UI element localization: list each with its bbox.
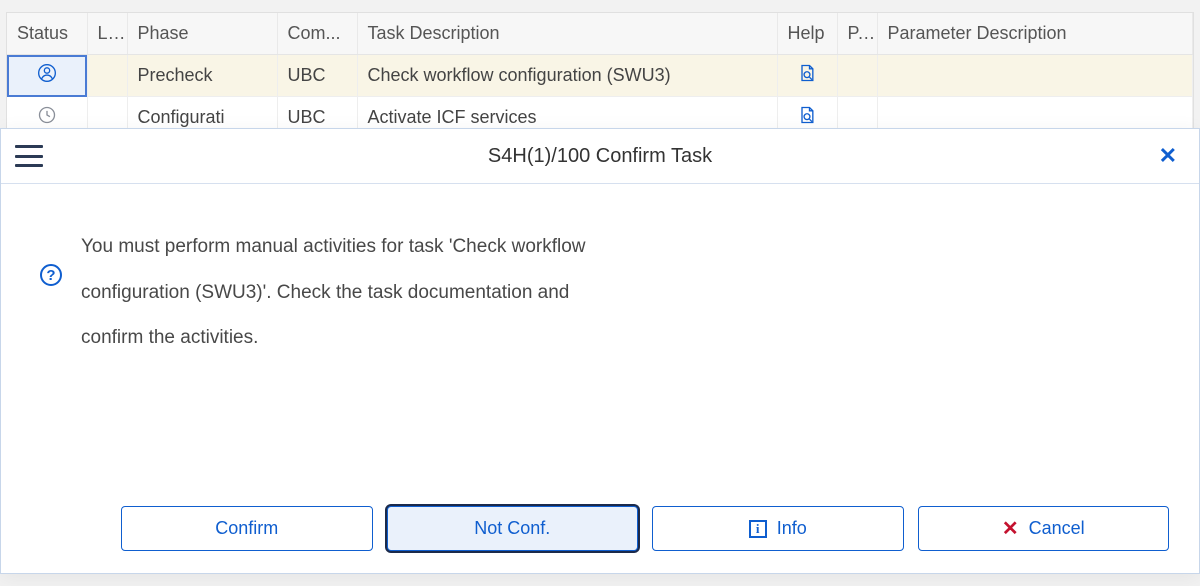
dialog-message: You must perform manual activities for t… xyxy=(81,224,601,472)
cell-log xyxy=(87,55,127,97)
close-icon[interactable]: ✕ xyxy=(1151,141,1185,171)
dialog-body: ? You must perform manual activities for… xyxy=(1,184,1199,492)
question-icon: ? xyxy=(40,264,62,286)
help-doc-icon[interactable] xyxy=(797,63,817,88)
col-log[interactable]: Log xyxy=(87,13,127,55)
cell-task-description: Check workflow configuration (SWU3) xyxy=(357,55,777,97)
dialog-header: S4H(1)/100 Confirm Task ✕ xyxy=(1,129,1199,184)
confirm-button[interactable]: Confirm xyxy=(121,506,373,551)
cell-phase: Precheck xyxy=(127,55,277,97)
menu-icon[interactable] xyxy=(15,145,43,167)
table-row[interactable]: Precheck UBC Check workflow configuratio… xyxy=(7,55,1193,97)
col-help[interactable]: Help xyxy=(777,13,837,55)
col-p[interactable]: P... xyxy=(837,13,877,55)
info-button-label: Info xyxy=(777,518,807,539)
info-icon: i xyxy=(749,520,767,538)
cell-param-desc xyxy=(877,55,1193,97)
col-task-description[interactable]: Task Description xyxy=(357,13,777,55)
col-phase[interactable]: Phase xyxy=(127,13,277,55)
not-confirmed-button[interactable]: Not Conf. xyxy=(387,506,639,551)
help-doc-icon[interactable] xyxy=(797,105,817,130)
person-icon xyxy=(37,63,57,88)
col-param-description[interactable]: Parameter Description xyxy=(877,13,1193,55)
cancel-button[interactable]: ✕ Cancel xyxy=(918,506,1170,551)
cell-p xyxy=(837,55,877,97)
tasks-table: Status Log Phase Com... Task Description… xyxy=(7,13,1193,139)
info-button[interactable]: i Info xyxy=(652,506,904,551)
col-component[interactable]: Com... xyxy=(277,13,357,55)
dialog-title: S4H(1)/100 Confirm Task xyxy=(488,145,712,168)
col-status[interactable]: Status xyxy=(7,13,87,55)
dialog-button-row: Confirm Not Conf. i Info ✕ Cancel xyxy=(1,492,1199,573)
clock-icon xyxy=(37,105,57,130)
not-confirmed-button-label: Not Conf. xyxy=(474,518,550,539)
table-header-row: Status Log Phase Com... Task Description… xyxy=(7,13,1193,55)
dialog-icon-area: ? xyxy=(21,224,81,472)
tasks-table-container: Status Log Phase Com... Task Description… xyxy=(6,12,1194,140)
confirm-button-label: Confirm xyxy=(215,518,278,539)
confirm-task-dialog: S4H(1)/100 Confirm Task ✕ ? You must per… xyxy=(0,128,1200,574)
cell-component: UBC xyxy=(277,55,357,97)
cancel-button-label: Cancel xyxy=(1029,518,1085,539)
cancel-icon: ✕ xyxy=(1002,516,1019,541)
